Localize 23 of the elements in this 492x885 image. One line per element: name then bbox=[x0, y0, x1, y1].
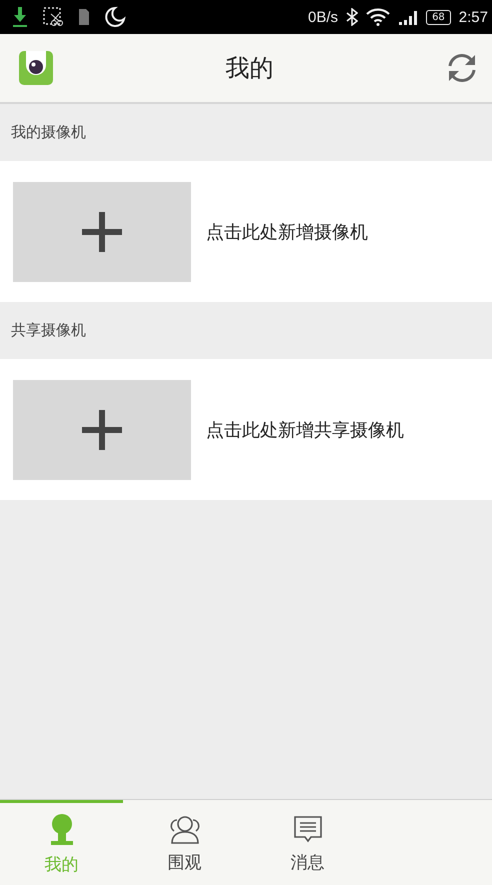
battery-indicator: 68 bbox=[426, 10, 451, 24]
add-camera-link[interactable]: 点击此处新增共享摄像机 bbox=[206, 418, 404, 442]
clock: 2:57 bbox=[458, 8, 488, 26]
signal-icon bbox=[398, 9, 418, 25]
wifi-icon bbox=[366, 8, 390, 26]
plus-icon bbox=[82, 212, 122, 252]
app-logo-icon bbox=[19, 51, 53, 85]
tab[interactable]: 围观 bbox=[123, 800, 246, 885]
add-camera-button[interactable] bbox=[13, 182, 191, 282]
page-title: 我的 bbox=[226, 53, 274, 84]
screenshot-icon bbox=[42, 6, 64, 28]
add-camera-link[interactable]: 点击此处新增摄像机 bbox=[206, 220, 368, 244]
moon-icon bbox=[104, 6, 126, 28]
plus-icon bbox=[82, 410, 122, 450]
people-icon bbox=[168, 814, 202, 844]
message-icon bbox=[292, 814, 322, 844]
sim-card-icon bbox=[78, 8, 90, 26]
bluetooth-icon bbox=[346, 8, 358, 26]
add-camera-button[interactable] bbox=[13, 380, 191, 480]
network-speed: 0B/s bbox=[308, 8, 338, 26]
refresh-icon[interactable] bbox=[446, 53, 478, 83]
download-icon bbox=[12, 6, 28, 28]
tab[interactable]: 消息 bbox=[246, 800, 369, 885]
